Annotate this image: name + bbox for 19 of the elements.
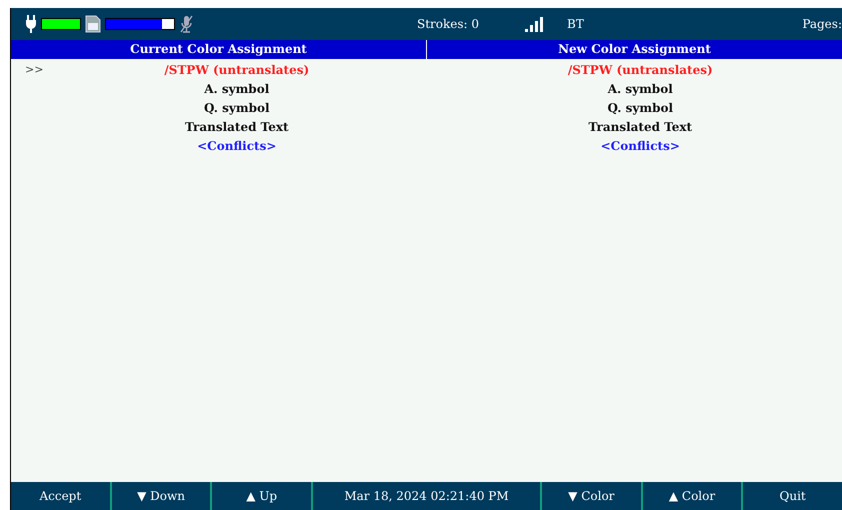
column-header: New Color Assignment — [426, 40, 842, 59]
color-assignment-item[interactable]: Q. symbol — [607, 100, 674, 114]
color-assignment-item[interactable]: /STPW (untranslates) — [568, 62, 713, 76]
sd-card-icon — [85, 15, 101, 33]
color-assignment-item[interactable]: /STPW (untranslates) — [164, 62, 310, 76]
color-assignment-item[interactable]: A. symbol — [608, 82, 673, 96]
color-assignment-item[interactable]: Translated Text — [184, 120, 289, 134]
pages-count: Pages: — [802, 17, 842, 31]
color-assignment-item[interactable]: <Conflicts> — [600, 138, 680, 152]
color-assignment-item[interactable]: A. symbol — [204, 82, 270, 96]
color-assignment-item[interactable]: Q. symbol — [204, 100, 270, 114]
row-cursor: >> — [25, 63, 44, 76]
color-assignment-item[interactable]: Translated Text — [588, 120, 692, 134]
bluetooth-label: BT — [567, 17, 584, 31]
strokes-count: Strokes: 0 — [417, 17, 480, 31]
column-header: Current Color Assignment — [129, 41, 308, 58]
power-plug-icon — [25, 15, 37, 33]
microphone-muted-icon — [179, 15, 193, 33]
color-assignment-item[interactable]: <Conflicts> — [197, 138, 276, 152]
